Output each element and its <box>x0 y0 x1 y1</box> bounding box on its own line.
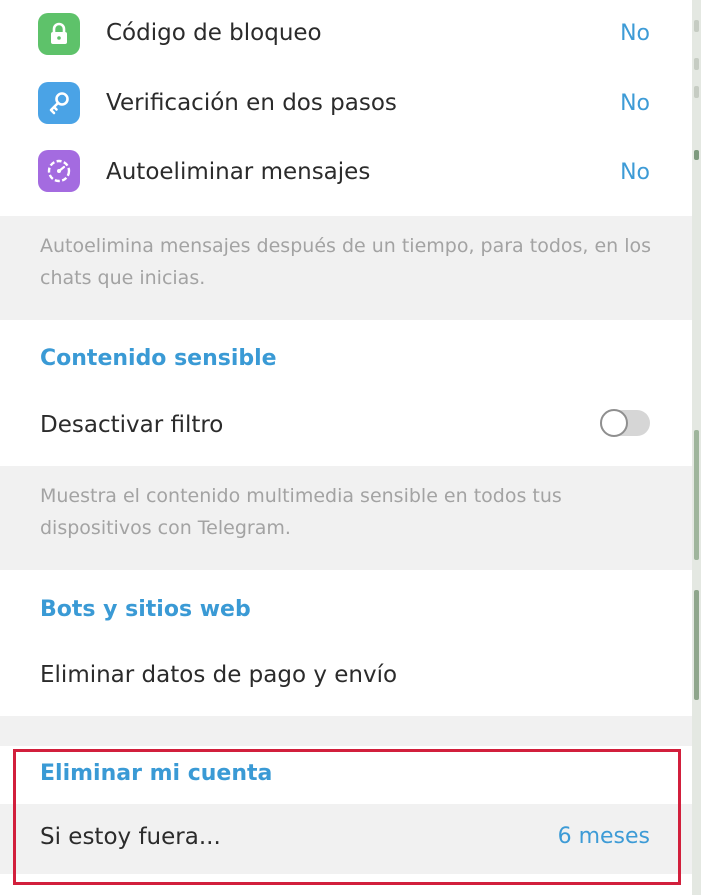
bots-websites-title: Bots y sitios web <box>40 597 251 622</box>
two-step-verification-value: No <box>620 91 650 116</box>
two-step-verification-label: Verificación en dos pasos <box>106 90 397 116</box>
sensitive-hint-block: Muestra el contenido multimedia sensible… <box>0 466 692 570</box>
background-window-edge <box>692 0 701 895</box>
timer-icon <box>38 150 80 192</box>
sensitive-hint: Muestra el contenido multimedia sensible… <box>40 485 562 539</box>
clear-payment-shipping-row[interactable]: Eliminar datos de pago y envío <box>0 642 692 716</box>
passcode-lock-value: No <box>620 21 650 46</box>
delete-account-highlight-box <box>13 749 681 885</box>
disable-filter-toggle[interactable] <box>600 409 650 437</box>
toggle-knob <box>600 409 628 437</box>
passcode-lock-row[interactable]: Código de bloqueo No <box>0 0 692 70</box>
auto-delete-messages-row[interactable]: Autoeliminar mensajes No <box>0 138 692 216</box>
lock-icon <box>38 13 80 55</box>
disable-filter-row[interactable]: Desactivar filtro <box>0 392 692 466</box>
auto-delete-hint: Autoelimina mensajes después de un tiemp… <box>40 235 652 289</box>
disable-filter-label: Desactivar filtro <box>40 412 224 438</box>
sensitive-content-title: Contenido sensible <box>40 346 277 371</box>
passcode-lock-label: Código de bloqueo <box>106 20 322 46</box>
clear-payment-shipping-label: Eliminar datos de pago y envío <box>40 662 398 688</box>
key-icon <box>38 82 80 124</box>
section-separator <box>0 716 692 746</box>
auto-delete-messages-label: Autoeliminar mensajes <box>106 159 371 185</box>
auto-delete-hint-block: Autoelimina mensajes después de un tiemp… <box>0 216 692 320</box>
two-step-verification-row[interactable]: Verificación en dos pasos No <box>0 70 692 138</box>
auto-delete-messages-value: No <box>620 160 650 185</box>
